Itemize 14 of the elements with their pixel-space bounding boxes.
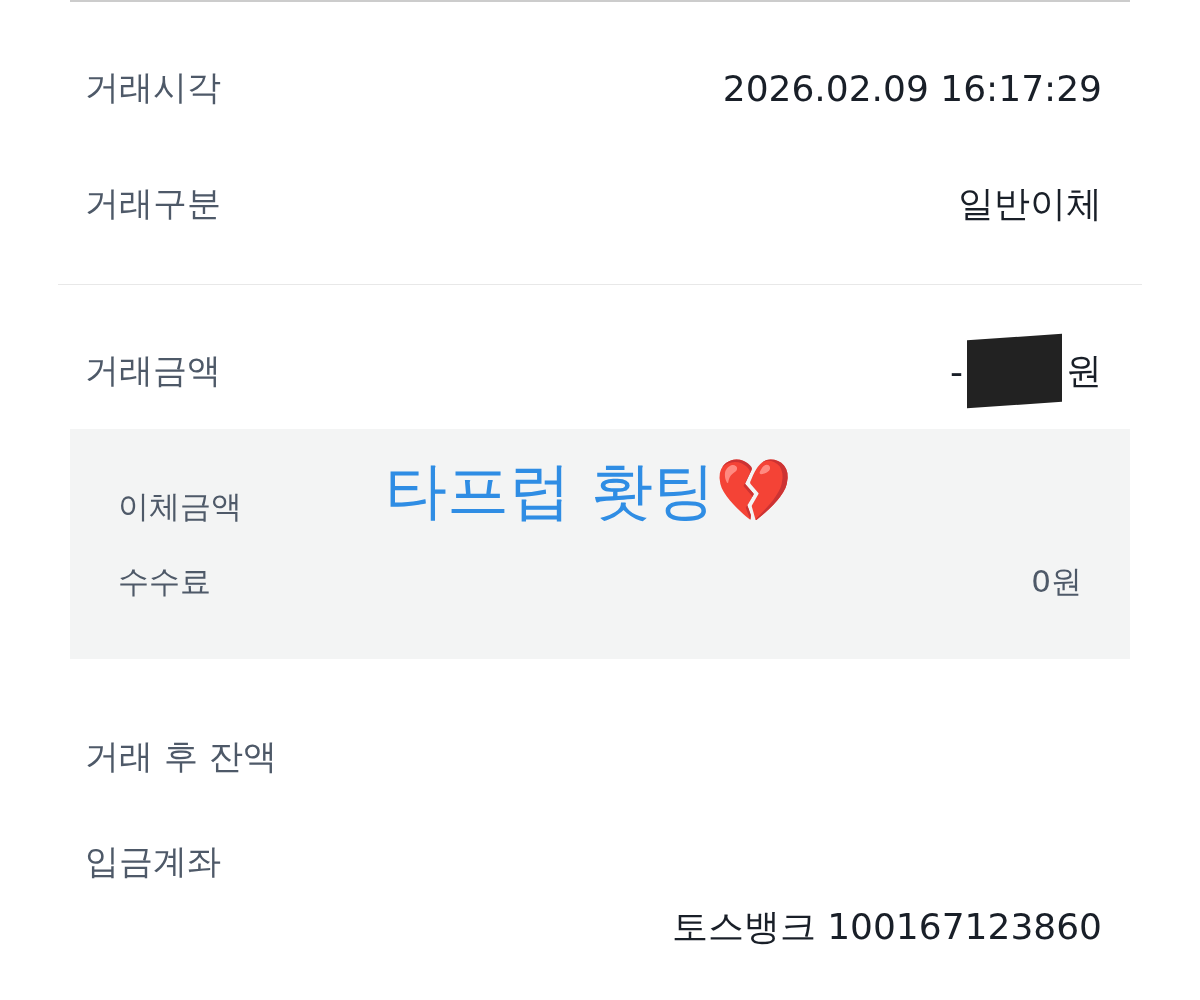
row-label: 거래 후 잔액 [85,735,277,778]
row-value: 2026.02.09 16:17:29 [722,67,1102,109]
row-label: 입금계좌 [85,840,222,883]
row-label: 거래구분 [85,182,221,225]
row-label: 거래시각 [85,66,221,109]
breakdown-label: 수수료 [118,561,211,601]
amount-sign: - [950,350,963,392]
overlay-text: 타프럽 홧팅💔 [385,453,792,529]
breakdown-label: 이체금액 [118,486,242,526]
row-value: 일반이체 [958,181,1102,226]
row-label: 거래금액 [85,349,221,392]
breakdown-value: 0원 [1031,561,1082,601]
row-value: 토스뱅크 100167123860 [671,905,1102,949]
currency-unit: 원 [1066,348,1102,393]
